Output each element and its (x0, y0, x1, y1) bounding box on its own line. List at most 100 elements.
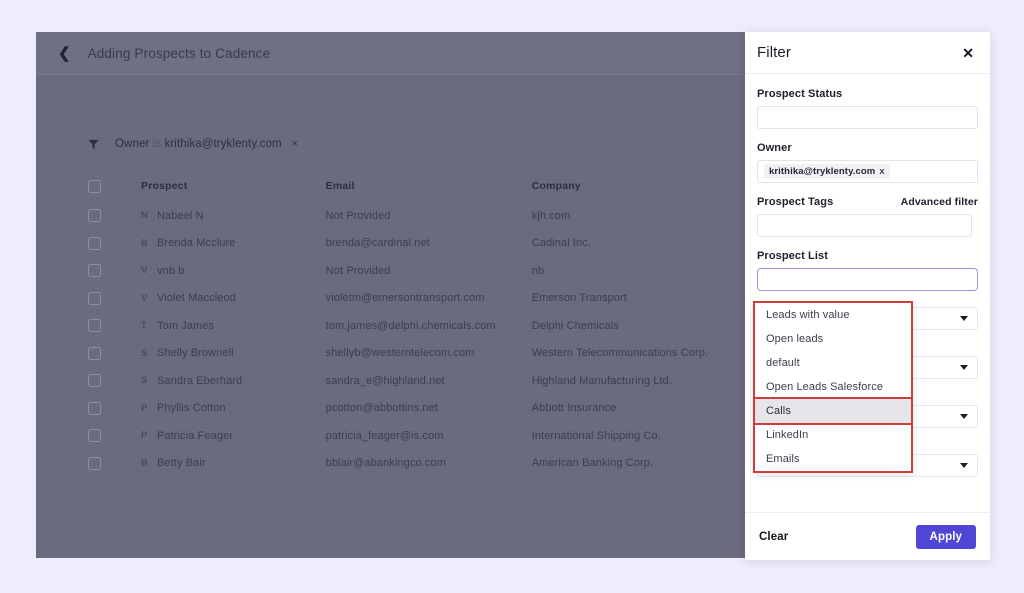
cell-company: Western Telecommunications Corp. (532, 347, 746, 359)
cell-email: bblair@abankingco.com (326, 457, 532, 469)
cell-prospect: Vvnb b (101, 265, 326, 277)
prospect-name: Sandra Eberhard (157, 375, 242, 387)
cell-company: International Shipping Co. (532, 430, 746, 442)
table-row[interactable]: VViolet Maccleodvioletm@emersontransport… (36, 285, 746, 313)
owner-input[interactable]: krithika@tryklenty.comx (757, 160, 978, 183)
cell-email: pcotton@abbottins.net (326, 402, 532, 414)
cell-email: shellyb@westerntelecom.com (326, 347, 532, 359)
cell-email: tom.james@delphi.chemicals.com (326, 320, 532, 332)
dropdown-option[interactable]: Calls (755, 399, 911, 423)
active-filter-strip: Owner is krithika@tryklenty.com × (36, 118, 746, 170)
table-row[interactable]: NNabeel NNot Providedkjh.com (36, 202, 746, 230)
filter-chip-operator: is (153, 138, 162, 150)
column-header-company: Company (532, 180, 746, 192)
advanced-filter-link[interactable]: Advanced filter (901, 196, 978, 208)
row-checkbox[interactable] (88, 402, 101, 415)
select-all-checkbox[interactable] (88, 180, 101, 193)
cell-email: violetm@emersontransport.com (326, 292, 532, 304)
prospect-list-label: Prospect List (757, 250, 978, 262)
table-row[interactable]: SSandra Eberhard sandra_e@highland.netHig… (36, 367, 746, 395)
row-checkbox[interactable] (88, 319, 101, 332)
row-checkbox[interactable] (88, 457, 101, 470)
row-checkbox[interactable] (88, 374, 101, 387)
cell-prospect: PPatricia Feager (101, 430, 326, 442)
cell-prospect: NNabeel N (101, 210, 326, 222)
cell-company: American Banking Corp. (532, 457, 746, 469)
cell-email: brenda@cardinal.net (326, 237, 532, 249)
prospect-name: Tom James (157, 320, 214, 332)
funnel-icon (88, 139, 99, 150)
avatar: P (141, 403, 157, 414)
filter-drawer: Filter ✕ Prospect Status Owner krithika@… (745, 32, 990, 560)
chevron-down-icon (960, 463, 968, 468)
prospect-list-input[interactable] (757, 268, 978, 291)
prospect-name: Patricia Feager (157, 430, 233, 442)
dropdown-option[interactable]: Open Leads Salesforce (755, 375, 911, 399)
cell-company: Highland Manufacturing Ltd. (532, 375, 746, 387)
row-checkbox[interactable] (88, 237, 101, 250)
prospect-tags-label-row: Prospect Tags Advanced filter (757, 196, 978, 208)
prospect-status-input[interactable] (757, 106, 978, 129)
owner-token-remove-icon[interactable]: x (879, 166, 884, 177)
apply-button[interactable]: Apply (916, 525, 976, 549)
row-checkbox[interactable] (88, 209, 101, 222)
prospect-name: vnb b (157, 265, 184, 277)
filter-drawer-body: Prospect Status Owner krithika@tryklenty… (745, 74, 990, 512)
table-header-row: Prospect Email Company (36, 170, 746, 202)
dropdown-option[interactable]: LinkedIn (755, 423, 911, 447)
filter-title: Filter (757, 44, 791, 61)
table-row[interactable]: PPatricia Feagerpatricia_feager@is.comIn… (36, 422, 746, 450)
table-row[interactable]: BBrenda Mcclurebrenda@cardinal.netCadina… (36, 230, 746, 258)
cell-company: kjh.com (532, 210, 746, 222)
cell-company: Abbott Insurance (532, 402, 746, 414)
chevron-left-icon[interactable]: ❮ (58, 46, 71, 61)
owner-label: Owner (757, 142, 978, 154)
cell-email: patricia_feager@is.com (326, 430, 532, 442)
prospect-list-dropdown[interactable]: Leads with valueOpen leadsdefaultOpen Le… (753, 301, 913, 473)
cell-prospect: TTom James (101, 320, 326, 332)
table-body: NNabeel NNot Providedkjh.comBBrenda Mccl… (36, 202, 746, 477)
table-row[interactable]: TTom Jamestom.james@delphi.chemicals.com… (36, 312, 746, 340)
dropdown-option[interactable]: Leads with value (755, 303, 911, 327)
prospect-name: Brenda Mcclure (157, 237, 235, 249)
prospect-tags-input[interactable] (757, 214, 972, 237)
avatar: B (141, 238, 157, 249)
prospect-name: Nabeel N (157, 210, 204, 222)
column-header-email: Email (326, 180, 532, 192)
cell-prospect: VViolet Maccleod (101, 292, 326, 304)
filter-chip-value: krithika@tryklenty.com (164, 138, 281, 150)
row-checkbox[interactable] (88, 347, 101, 360)
avatar: V (141, 265, 157, 276)
avatar: B (141, 458, 157, 469)
row-checkbox[interactable] (88, 429, 101, 442)
cell-prospect: BBrenda Mcclure (101, 237, 326, 249)
table-row[interactable]: PPhyllis Cottonpcotton@abbottins.netAbbo… (36, 395, 746, 423)
row-checkbox[interactable] (88, 292, 101, 305)
chevron-down-icon (960, 316, 968, 321)
filter-drawer-header: Filter ✕ (745, 32, 990, 74)
table-row[interactable]: SShelly Brownellshellyb@westerntelecom.c… (36, 340, 746, 368)
close-icon[interactable]: ✕ (962, 46, 974, 60)
prospect-table: Prospect Email Company NNabeel NNot Prov… (36, 170, 746, 477)
prospect-name: Violet Maccleod (157, 292, 236, 304)
page-title: Adding Prospects to Cadence (88, 46, 271, 61)
prospect-status-label: Prospect Status (757, 88, 978, 100)
cell-prospect: SShelly Brownell (101, 347, 326, 359)
dropdown-option[interactable]: Open leads (755, 327, 911, 351)
avatar: S (141, 375, 157, 386)
dropdown-option[interactable]: Emails (755, 447, 911, 471)
chevron-down-icon (960, 365, 968, 370)
cell-prospect: PPhyllis Cotton (101, 402, 326, 414)
table-row[interactable]: BBetty Bairbblair@abankingco.comAmerican… (36, 450, 746, 478)
prospect-tags-label: Prospect Tags (757, 196, 833, 208)
table-row[interactable]: Vvnb bNot Providednb (36, 257, 746, 285)
close-icon[interactable]: × (292, 138, 298, 150)
clear-button[interactable]: Clear (759, 531, 788, 543)
row-checkbox[interactable] (88, 264, 101, 277)
dropdown-option[interactable]: default (755, 351, 911, 375)
app-window: ❮ Adding Prospects to Cadence Owner is k… (36, 32, 746, 558)
cell-company: Cadinal Inc. (532, 237, 746, 249)
avatar: N (141, 210, 157, 221)
filter-drawer-footer: Clear Apply (745, 512, 990, 560)
cell-email: sandra_e@highland.net (326, 375, 532, 387)
